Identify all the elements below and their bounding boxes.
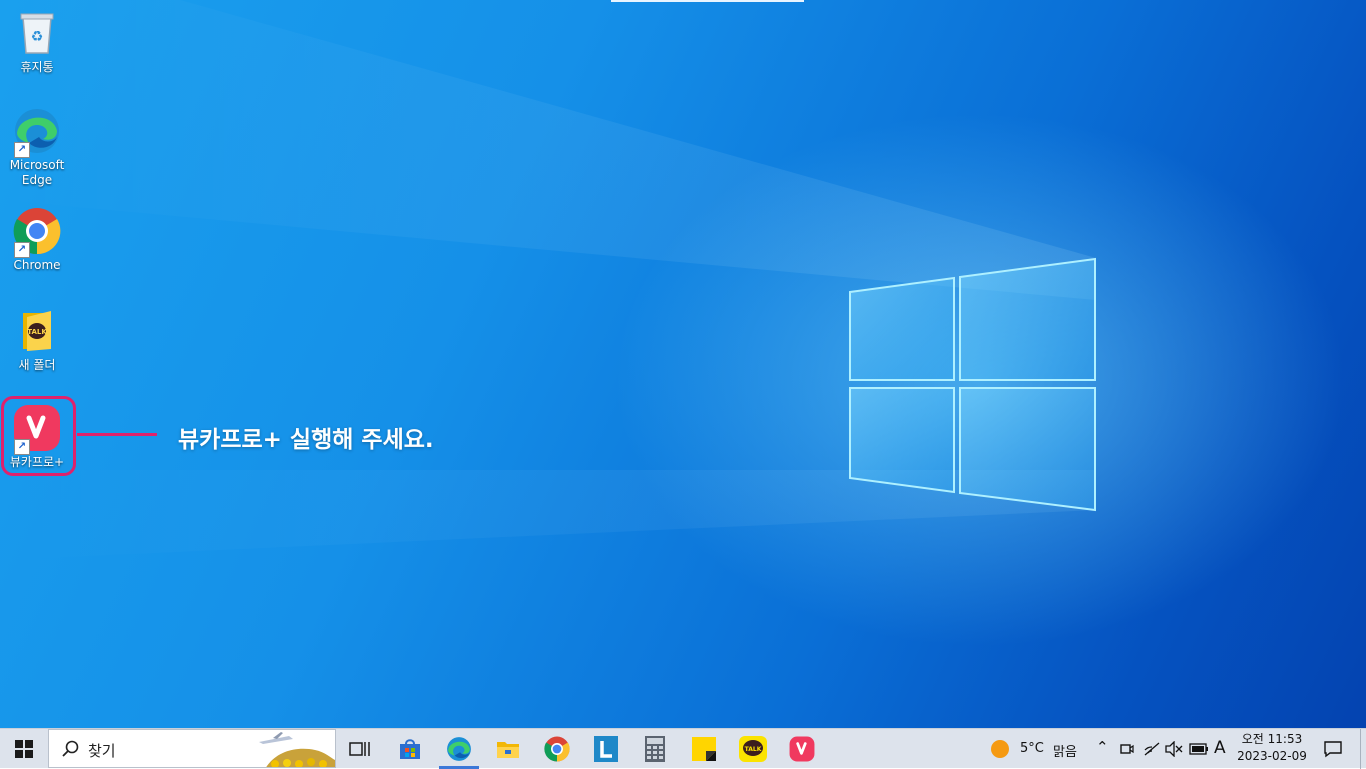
shortcut-arrow-icon: ↗ <box>14 142 30 158</box>
start-button[interactable] <box>0 729 48 769</box>
clock-date: 2023-02-09 <box>1237 749 1307 763</box>
store-icon <box>400 739 420 759</box>
desktop-icon-label: Microsoft Edge <box>9 158 65 187</box>
edge-icon: ↗ <box>12 106 62 158</box>
svg-text:♻: ♻ <box>31 29 44 45</box>
chrome-icon: ↗ <box>12 206 62 258</box>
taskbar-edge[interactable] <box>435 729 483 769</box>
callout-instruction: 뷰카프로+ 실행해 주세요. <box>178 427 434 453</box>
battery-icon[interactable] <box>1189 742 1209 756</box>
network-wifi-icon[interactable] <box>1143 741 1161 757</box>
taskbar-task-view[interactable] <box>336 729 384 769</box>
taskbar-calculator[interactable] <box>631 729 679 769</box>
folder-icon <box>497 742 519 758</box>
taskbar-vcapro[interactable] <box>778 729 826 769</box>
windows-logo-wallpaper <box>0 0 1096 560</box>
taskbar-clock[interactable]: 오전 11:53 2023-02-09 <box>1232 731 1312 765</box>
folder-icon: TALK <box>12 306 62 356</box>
taskbar-kakaotalk[interactable]: TALK <box>729 729 777 769</box>
desktop-background: ♻ 휴지통 ↗ Microsoft Edge ↗ Chrome TALK 새 폴… <box>0 0 1366 728</box>
l-app-icon <box>594 736 618 762</box>
edge-icon <box>447 737 471 761</box>
search-icon <box>62 740 79 757</box>
recycle-bin-icon: ♻ <box>12 8 62 58</box>
desktop-icon-recycle-bin[interactable]: ♻ 휴지통 <box>0 8 74 75</box>
search-placeholder: 찾기 <box>88 742 116 760</box>
weather-sun-icon <box>991 740 1009 758</box>
desktop-icon-label: 새 폴더 <box>18 358 56 372</box>
sticky-notes-icon <box>692 737 716 761</box>
kakaotalk-icon: TALK <box>739 736 767 762</box>
calculator-icon <box>645 736 665 762</box>
taskbar-sticky-notes[interactable] <box>680 729 728 769</box>
notification-center-button[interactable] <box>1318 729 1348 769</box>
desktop-icon-chrome[interactable]: ↗ Chrome <box>0 206 74 273</box>
svg-text:TALK: TALK <box>27 328 47 336</box>
desktop-icon-label: Chrome <box>13 258 61 272</box>
desktop-icon-new-folder[interactable]: TALK 새 폴더 <box>0 306 74 373</box>
task-view-icon <box>349 742 370 756</box>
shortcut-arrow-icon: ↗ <box>14 242 30 258</box>
chrome-icon <box>544 736 570 762</box>
clock-time: 오전 11:53 <box>1241 732 1303 746</box>
meet-camera-icon[interactable] <box>1120 741 1134 757</box>
weather-temperature[interactable]: 5°C <box>1020 741 1044 756</box>
desktop-icon-label: 휴지통 <box>20 60 54 74</box>
taskbar-chrome[interactable] <box>533 729 581 769</box>
search-highlight-illustration-icon <box>259 732 335 767</box>
input-method-indicator[interactable]: A <box>1214 738 1226 758</box>
notification-icon <box>1324 741 1342 758</box>
vcapro-icon <box>789 736 815 762</box>
taskbar-l-app[interactable] <box>582 729 630 769</box>
vcapro-highlight-box <box>1 396 76 476</box>
volume-muted-icon[interactable] <box>1165 741 1183 757</box>
taskbar: 찾기 TALK 5°C 맑음 ⌃ A 오전 11:53 2023-02-09 <box>0 728 1366 769</box>
taskbar-file-explorer[interactable] <box>484 729 532 769</box>
svg-text:TALK: TALK <box>745 746 762 753</box>
search-box[interactable]: 찾기 <box>48 729 336 768</box>
show-desktop-button[interactable] <box>1360 729 1366 769</box>
callout-connector-line <box>77 433 157 436</box>
chevron-up-icon[interactable]: ⌃ <box>1096 738 1109 756</box>
windows-start-icon <box>15 740 33 758</box>
taskbar-microsoft-store[interactable] <box>386 729 434 769</box>
desktop-icon-edge[interactable]: ↗ Microsoft Edge <box>0 106 74 188</box>
weather-condition[interactable]: 맑음 <box>1053 741 1077 760</box>
